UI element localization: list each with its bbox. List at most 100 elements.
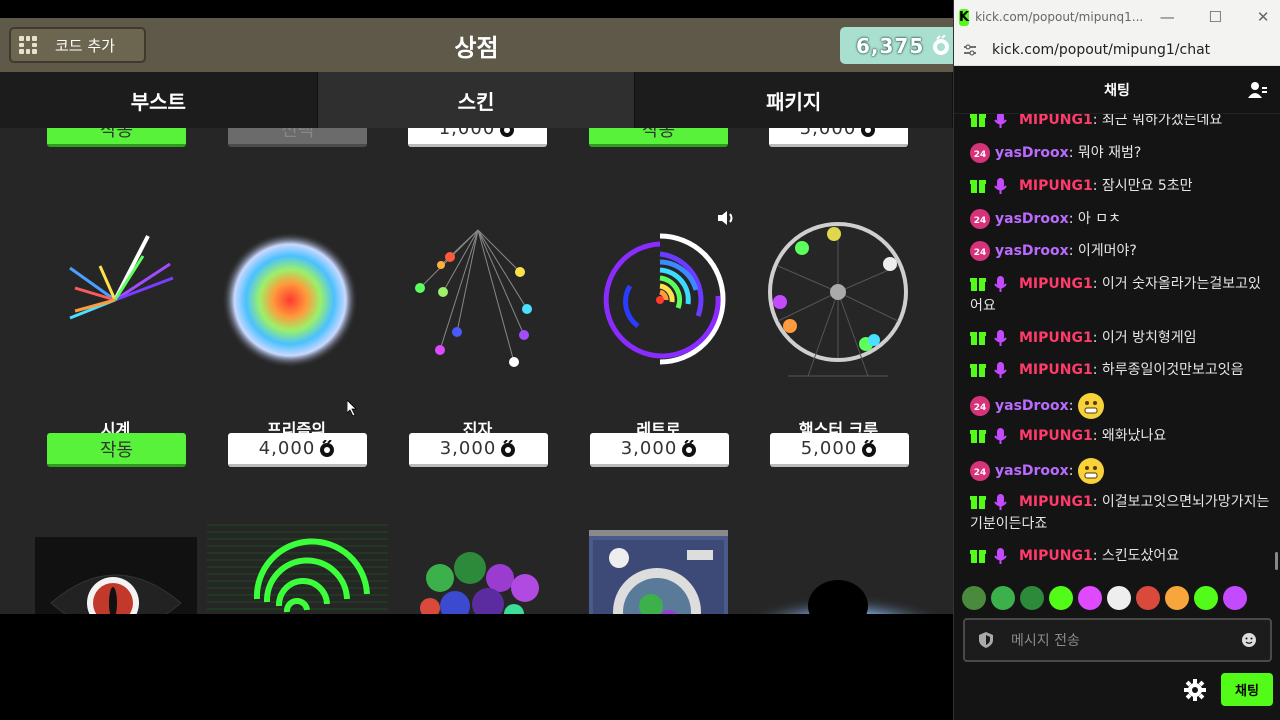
svg-text:24: 24 [974, 216, 987, 226]
item-button-top-2[interactable]: 선택 [228, 128, 367, 147]
users-icon[interactable] [1248, 80, 1268, 100]
chat-username[interactable]: MIPUNG1 [1019, 178, 1093, 194]
chat-separator: : [1092, 362, 1102, 378]
chat-scrollbar[interactable] [1275, 552, 1278, 570]
chat-separator: : [1092, 330, 1102, 346]
chat-username[interactable]: MIPUNG1 [1019, 428, 1093, 444]
chat-separator: : [1092, 494, 1102, 510]
broadcaster-badge-icon [970, 494, 1007, 510]
tab-boost[interactable]: 부스트 [0, 72, 318, 128]
item-price-top-5: 5,000 [799, 128, 857, 139]
broadcaster-badge-icon [970, 276, 1007, 292]
chat-username[interactable]: yasDroox [995, 145, 1069, 161]
shop-item-fish-pile[interactable] [410, 538, 550, 614]
buy-button[interactable]: 5,000 [770, 433, 909, 467]
black-hole-skin-art [753, 580, 937, 614]
subscriber-badge-icon: 24 [970, 143, 990, 163]
chat-username[interactable]: yasDroox [995, 243, 1069, 259]
chat-message-input[interactable]: 메시지 전송 [963, 618, 1272, 662]
maximize-icon[interactable]: ☐ [1191, 8, 1239, 26]
send-chat-button[interactable]: 채팅 [1221, 673, 1273, 706]
emote-icon[interactable] [1078, 586, 1102, 610]
chat-separator: : [1068, 211, 1078, 227]
chat-username[interactable]: MIPUNG1 [1019, 276, 1093, 292]
site-settings-icon[interactable] [962, 42, 978, 58]
chat-message-text: 왜화났나요 [1101, 428, 1167, 444]
buy-button[interactable]: 3,000 [409, 433, 548, 467]
chat-message-text: 아 ㅁㅊ [1077, 211, 1121, 227]
chat-separator: : [1092, 178, 1102, 194]
item-price: 3,000 [620, 438, 678, 459]
tab-skins[interactable]: 스킨 [317, 72, 636, 128]
broadcaster-badge-icon [970, 362, 1007, 378]
chat-message: 24 yasDroox: [970, 458, 1270, 484]
emote-icon[interactable] [991, 586, 1015, 610]
buy-button[interactable]: 4,000 [228, 433, 367, 467]
pendulum-skin-art [415, 229, 532, 367]
volume-icon[interactable] [716, 210, 736, 226]
address-bar[interactable]: kick.com/popout/mipung1/chat [954, 34, 1280, 66]
coin-balance: 6,375 [840, 27, 953, 64]
chat-username[interactable]: MIPUNG1 [1019, 114, 1093, 128]
chat-username[interactable]: yasDroox [995, 463, 1069, 479]
chat-message: 24 yasDroox: 뭐야 재범? [970, 142, 1270, 164]
chat-username[interactable]: MIPUNG1 [1019, 362, 1093, 378]
retro-skin-art [603, 233, 726, 365]
item-button-top-4[interactable]: 작동 [589, 128, 728, 147]
emote-icon[interactable] [1020, 586, 1044, 610]
gear-icon[interactable] [1184, 679, 1206, 701]
item-price: 5,000 [800, 438, 858, 459]
emote-icon[interactable] [1194, 586, 1218, 610]
coin-icon [500, 128, 515, 137]
item-button-top-5[interactable]: 5,000 [769, 128, 908, 147]
chat-message-text: 잠시만요 5초만 [1101, 178, 1193, 194]
chat-message: MIPUNG1: 스킨도샀어요 [970, 545, 1270, 567]
item-button-top-3[interactable]: 1,000 [408, 128, 547, 147]
shop-item-eye[interactable] [35, 537, 197, 614]
coin-icon [861, 128, 876, 137]
chat-title: 채팅 [1104, 82, 1130, 99]
chat-separator: : [1092, 548, 1102, 564]
chat-separator: : [1068, 398, 1078, 414]
chat-username[interactable]: yasDroox [995, 211, 1069, 227]
minimize-icon[interactable]: — [1143, 8, 1191, 26]
close-icon[interactable]: ✕ [1239, 8, 1280, 26]
item-button-top-1[interactable]: 작동 [47, 128, 186, 147]
kick-logo-icon: K [959, 8, 970, 26]
coin-icon [501, 439, 516, 457]
chat-username[interactable]: MIPUNG1 [1019, 330, 1093, 346]
shop-item-black-hole[interactable] [750, 568, 940, 614]
emote-icon[interactable] [1077, 393, 1104, 419]
chat-popup-window: K kick.com/popout/mipunq1... — ☐ ✕ kick.… [953, 0, 1280, 720]
emote-icon[interactable] [1136, 586, 1160, 610]
emote-icon[interactable] [1107, 586, 1131, 610]
buy-button[interactable]: 3,000 [590, 433, 729, 467]
chat-separator: : [1092, 276, 1102, 292]
chat-username[interactable]: yasDroox [995, 398, 1069, 414]
chat-message: MIPUNG1: 하루종일이것만보고잇음 [970, 359, 1270, 381]
chat-message-text: 이거 방치형게임 [1101, 330, 1197, 346]
emote-icon[interactable] [1165, 586, 1189, 610]
chat-username[interactable]: MIPUNG1 [1019, 548, 1093, 564]
broadcaster-badge-icon [970, 548, 1007, 564]
broadcaster-badge-icon [970, 330, 1007, 346]
window-controls: — ☐ ✕ [1143, 8, 1280, 26]
emote-icon[interactable] [1049, 586, 1073, 610]
chat-username[interactable]: MIPUNG1 [1019, 494, 1093, 510]
chat-message-text: 최근 뭐하가겠는데요 [1101, 114, 1223, 128]
shop-item-matrix-radar[interactable] [207, 524, 388, 614]
chat-message: MIPUNG1: 이걸보고잇으면뇌가망가지는기분이든다죠 [970, 491, 1270, 535]
emote-icon[interactable] [962, 586, 986, 610]
shield-icon [979, 632, 993, 648]
emoji-picker-icon[interactable] [1242, 633, 1256, 647]
window-titlebar: K kick.com/popout/mipunq1... — ☐ ✕ [954, 0, 1280, 34]
radar-skin-art [253, 538, 370, 613]
chat-message: MIPUNG1: 왜화났나요 [970, 425, 1270, 447]
emote-icon[interactable] [1223, 586, 1247, 610]
hamster-wheel-skin-art [768, 222, 908, 377]
shop-item-washing-machine[interactable] [589, 530, 728, 614]
fish-pile-skin-art [420, 552, 539, 614]
equip-button[interactable]: 작동 [47, 433, 186, 467]
tab-packages[interactable]: 패키지 [635, 72, 953, 128]
emote-icon[interactable] [1077, 458, 1104, 484]
